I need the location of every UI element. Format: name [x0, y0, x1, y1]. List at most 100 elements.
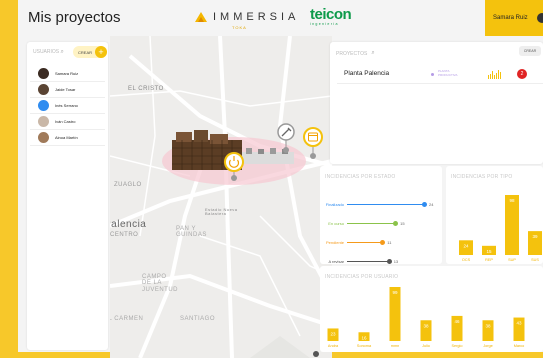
activity-bar — [496, 72, 497, 79]
user-list-item[interactable]: Jaide Tosar — [30, 82, 105, 98]
bar-value-label: 38 — [423, 323, 429, 328]
bar-value-label: 38 — [485, 323, 491, 328]
status-bar-end-dot — [393, 221, 399, 226]
map-label-el-cristo: EL CRISTO — [128, 86, 164, 92]
status-bar — [347, 204, 424, 205]
map-label-santiago: SANTIAGO — [180, 316, 216, 322]
bar-value-label: 15 — [486, 249, 492, 254]
map-label-pan-y-guindas: PAN Y GUINDAS — [176, 226, 207, 239]
category-label: SUP — [508, 258, 516, 262]
user-name: Iván Castro — [55, 119, 76, 124]
map-label-zuarga: ZUAGLO — [114, 182, 142, 188]
activity-bar — [494, 74, 495, 79]
map-block — [250, 336, 310, 358]
user-name: Inés Serrano — [55, 103, 78, 108]
bar-value-label: 98 — [509, 198, 515, 203]
bar-value-label: 16 — [361, 335, 367, 340]
immersia-mark-icon — [195, 12, 207, 22]
status-value-label: 11 — [387, 240, 392, 245]
activity-bar — [492, 70, 493, 79]
map-label-estadio: Estadio Nueva Balastera — [205, 207, 238, 217]
search-icon[interactable]: ⌕ — [61, 49, 64, 55]
status-bar — [347, 242, 383, 243]
bar — [389, 287, 401, 341]
incidents-by-status-title: INCIDENCIAS POR ESTADO — [325, 174, 396, 180]
activity-bar — [498, 70, 499, 79]
map-view[interactable]: EL CRISTOSAN ANTONIOSAN PABLO Y SANTA MA… — [110, 36, 332, 358]
category-label: Julio — [422, 344, 430, 348]
incidents-by-user-card: INCIDENCIAS POR USUARIO 23 Andra 16 Sonoma 9… — [320, 266, 543, 352]
user-list-item[interactable]: Samara Ruiz — [30, 66, 105, 82]
user-avatar — [38, 84, 49, 95]
status-label: Finalizado — [325, 202, 344, 207]
map-road — [138, 155, 207, 358]
map-label-palencia: Palencia — [110, 219, 147, 230]
project-row[interactable]: Planta Palencia PLANTA PRODUCTIVA 2 — [337, 66, 543, 84]
status-bar-end-dot — [386, 259, 392, 264]
user-list-item[interactable]: Inés Serrano — [30, 98, 105, 114]
incident-count-badge: 2 — [517, 69, 527, 79]
user-avatar — [537, 13, 543, 23]
user-avatar — [38, 132, 49, 143]
status-row: Pendiente 11 — [320, 238, 442, 248]
status-bar-end-dot — [380, 240, 386, 245]
projects-panel: PROYECTOS ⌕ CREAR Planta Palencia PLANTA… — [330, 42, 543, 164]
user-list-item[interactable]: Ainoa Martín — [30, 130, 105, 146]
activity-bar — [488, 75, 489, 79]
status-bar — [347, 223, 396, 224]
incidents-by-type-card: INCIDENCIAS POR TIPO 24 OCS 15 REP 98 SUP 39 SU… — [446, 166, 543, 264]
status-row: Finalizado 24 — [320, 200, 442, 210]
user-menu-button[interactable]: Samara Ruiz — [485, 0, 543, 36]
bar-value-label: 46 — [454, 319, 460, 324]
create-project-button[interactable]: CREAR — [519, 46, 541, 56]
incidents-by-type-title: INCIDENCIAS POR TIPO — [451, 174, 513, 180]
bar-value-label: 24 — [463, 243, 469, 248]
bar-value-label: 43 — [516, 321, 522, 326]
status-value-label: 24 — [429, 202, 434, 207]
create-user-button[interactable]: CREAR + — [73, 46, 107, 58]
user-name: Jaide Tosar — [55, 87, 76, 92]
search-icon[interactable]: ⌕ — [371, 50, 374, 57]
projects-panel-header: PROYECTOS ⌕ — [336, 50, 378, 57]
bar-value-label: 99 — [392, 290, 398, 295]
immersia-logo: IMMERSIA — [194, 11, 299, 23]
user-list-item[interactable]: Iván Castro — [30, 114, 105, 130]
map-label-el-carmen: EL CARMEN — [110, 316, 144, 322]
user-avatar — [38, 68, 49, 79]
status-label: Pendiente — [325, 240, 344, 245]
left-edge-bar — [0, 0, 18, 358]
calendar-marker-icon[interactable] — [303, 127, 323, 159]
status-value-label: 15 — [400, 221, 405, 226]
category-label: OCS — [462, 258, 471, 262]
bar — [505, 195, 519, 255]
top-header: Mis proyectos IMMERSIA TOKA teicon ingen… — [18, 0, 543, 36]
map-canvas — [110, 36, 332, 358]
project-activity-bars — [488, 70, 501, 79]
status-label: En curso — [328, 221, 344, 226]
page-title: Mis proyectos — [28, 9, 121, 26]
user-name: Samara Ruiz — [493, 15, 528, 21]
incidents-by-user-title: INCIDENCIAS POR USUARIO — [325, 274, 399, 280]
user-avatar — [38, 116, 49, 127]
category-label: Jorge — [483, 344, 493, 348]
status-value-label: 13 — [393, 259, 399, 264]
users-title-label: USUARIOS — [33, 49, 60, 55]
category-label: Andra — [328, 344, 339, 348]
incidents-by-status-card: INCIDENCIAS POR ESTADO Finalizado 24 En cu… — [320, 166, 442, 264]
map-info-icon[interactable] — [313, 351, 319, 357]
category-label: mmn — [391, 344, 399, 348]
teicon-wordmark: teicon — [310, 6, 352, 23]
status-bar — [347, 261, 389, 262]
bar-value-label: 39 — [532, 234, 538, 239]
project-name: Planta Palencia — [344, 70, 390, 77]
user-name: Samara Ruiz — [55, 71, 79, 76]
teicon-logo: teicon ingeniería — [310, 6, 352, 26]
user-name: Ainoa Martín — [55, 135, 78, 140]
status-label: A revisar — [328, 259, 344, 264]
activity-bar — [500, 71, 501, 79]
map-label-campo-juventud: CAMPO DE LA JUVENTUD — [142, 274, 179, 293]
activity-bar — [490, 73, 491, 79]
status-bar-end-dot — [422, 202, 427, 207]
status-row: En curso 15 — [320, 219, 442, 229]
project-type: PLANTA PRODUCTIVA — [438, 69, 458, 77]
